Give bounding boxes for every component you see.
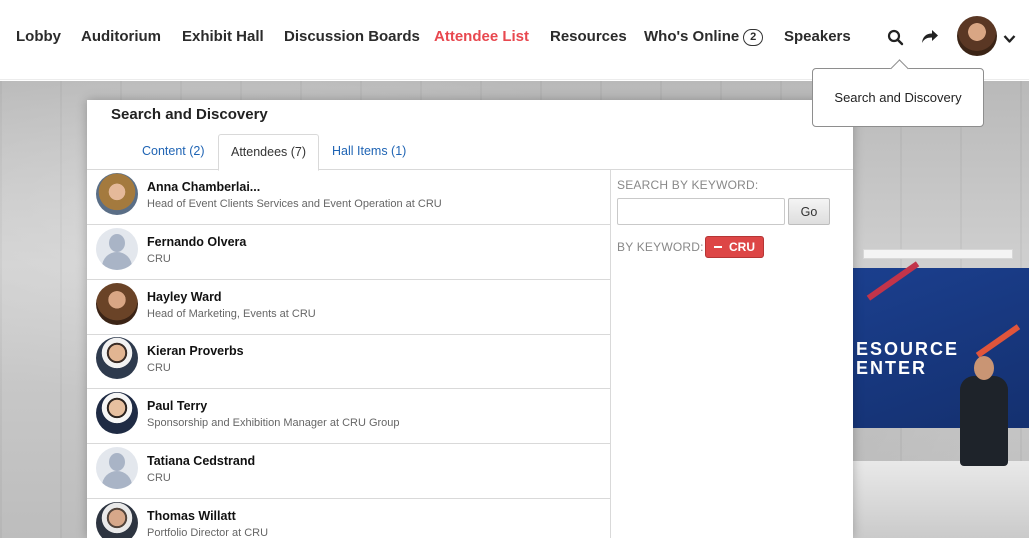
modal-title: Search and Discovery — [111, 106, 268, 123]
search-tooltip: Search and Discovery — [812, 68, 984, 127]
nav-exhibit-hall[interactable]: Exhibit Hall — [182, 28, 264, 45]
attendee-name[interactable]: Fernando Olvera — [147, 235, 246, 249]
user-avatar[interactable] — [957, 16, 997, 56]
list-item[interactable]: Thomas Willatt Portfolio Director at CRU — [87, 499, 610, 538]
attendee-title: Head of Event Clients Services and Event… — [147, 198, 442, 210]
chevron-down-icon[interactable] — [1003, 31, 1016, 49]
attendee-title: Portfolio Director at CRU — [147, 527, 269, 538]
tab-bar: Content (2) Attendees (7) Hall Items (1) — [87, 134, 853, 171]
keyword-search-input[interactable] — [617, 198, 785, 225]
attendee-photo — [96, 337, 138, 379]
list-item[interactable]: Paul Terry Sponsorship and Exhibition Ma… — [87, 389, 610, 444]
search-discovery-modal: Search and Discovery Content (2) Attende… — [87, 100, 853, 538]
share-icon[interactable] — [921, 29, 939, 50]
nav-whos-online[interactable]: Who's Online 2 — [644, 28, 764, 46]
by-keyword-label: BY KEYWORD: — [617, 240, 704, 254]
decorative-stripe — [975, 324, 1021, 358]
nav-auditorium[interactable]: Auditorium — [81, 28, 161, 45]
default-avatar-icon — [96, 228, 138, 270]
remove-icon[interactable] — [714, 246, 722, 248]
go-button[interactable]: Go — [788, 198, 830, 225]
attendee-name[interactable]: Hayley Ward — [147, 290, 222, 304]
nav-speakers[interactable]: Speakers — [784, 28, 851, 45]
search-icon[interactable] — [887, 29, 904, 51]
search-keyword-label: SEARCH BY KEYWORD: — [617, 178, 759, 192]
tab-attendees[interactable]: Attendees (7) — [218, 134, 320, 171]
attendee-title: Sponsorship and Exhibition Manager at CR… — [147, 417, 400, 429]
nav-whos-online-label: Who's Online — [644, 28, 740, 45]
ceiling-light — [863, 249, 1013, 259]
nav-lobby[interactable]: Lobby — [16, 28, 61, 45]
list-item[interactable]: Anna Chamberlai... Head of Event Clients… — [87, 170, 610, 225]
tab-hall-items[interactable]: Hall Items (1) — [320, 134, 418, 170]
online-count-badge: 2 — [743, 29, 764, 46]
resource-center-text: ESOURCE ENTER — [856, 340, 959, 378]
sign-line-2: ENTER — [856, 358, 928, 378]
nav-attendee-list[interactable]: Attendee List — [434, 28, 529, 45]
list-item[interactable]: Hayley Ward Head of Marketing, Events at… — [87, 280, 610, 335]
attendee-name[interactable]: Tatiana Cedstrand — [147, 454, 255, 468]
attendee-name[interactable]: Thomas Willatt — [147, 509, 236, 523]
attendee-list: Anna Chamberlai... Head of Event Clients… — [87, 170, 611, 538]
attendee-name[interactable]: Kieran Proverbs — [147, 344, 244, 358]
attendee-title: Head of Marketing, Events at CRU — [147, 308, 316, 320]
attendee-photo — [96, 283, 138, 325]
attendee-title: CRU — [147, 362, 171, 374]
decorative-stripe — [866, 261, 920, 301]
nav-discussion-boards[interactable]: Discussion Boards — [284, 28, 420, 45]
reception-counter — [853, 461, 1029, 538]
attendee-photo — [96, 502, 138, 538]
keyword-chip-label: CRU — [729, 240, 755, 254]
keyword-filter-chip[interactable]: CRU — [705, 236, 764, 258]
attendee-title: CRU — [147, 253, 171, 265]
attendee-title: CRU — [147, 472, 171, 484]
staff-figure — [960, 356, 1008, 466]
attendee-photo — [96, 173, 138, 215]
attendee-name[interactable]: Anna Chamberlai... — [147, 180, 260, 194]
tab-content[interactable]: Content (2) — [130, 134, 217, 170]
attendee-photo — [96, 392, 138, 434]
default-avatar-icon — [96, 447, 138, 489]
list-item[interactable]: Kieran Proverbs CRU — [87, 334, 610, 389]
attendee-name[interactable]: Paul Terry — [147, 399, 207, 413]
keyword-filter-panel: SEARCH BY KEYWORD: Go BY KEYWORD: CRU — [617, 178, 847, 258]
sign-line-1: ESOURCE — [856, 339, 960, 359]
list-item[interactable]: Fernando Olvera CRU — [87, 225, 610, 280]
list-item[interactable]: Tatiana Cedstrand CRU — [87, 444, 610, 499]
nav-resources[interactable]: Resources — [550, 28, 627, 45]
